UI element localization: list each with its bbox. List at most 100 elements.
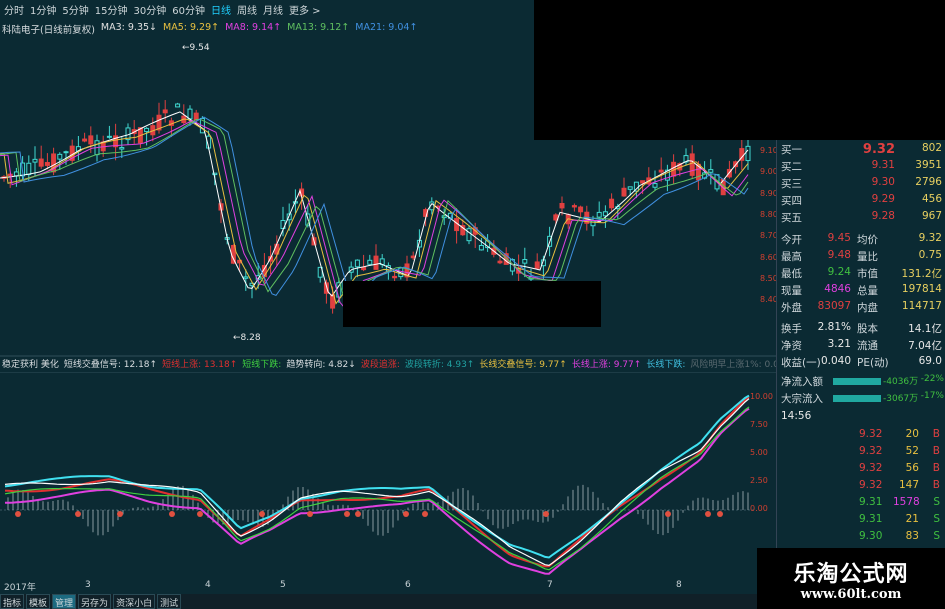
stat-label: 现量 — [781, 285, 802, 297]
indicator-axis-label: 5.00 — [750, 448, 768, 457]
period-tab[interactable]: 日线 — [211, 2, 231, 17]
buy-signal-marker — [665, 511, 671, 517]
period-tab[interactable]: 15分钟 — [95, 2, 128, 17]
stat-value: 14.1亿 — [908, 323, 942, 335]
tick-side: B — [932, 479, 940, 491]
candle-body — [373, 255, 379, 270]
period-tab[interactable]: 月线 — [263, 2, 283, 17]
stat-label: 最低 — [781, 268, 802, 280]
bottom-tab[interactable]: 资深小白 — [113, 594, 156, 609]
stat-row: 最低 9.24 市值 131.2亿 — [781, 266, 944, 283]
bid-volume: 456 — [921, 193, 942, 205]
period-tab[interactable]: 1分钟 — [30, 2, 56, 17]
bottom-tab[interactable]: 另存为 — [78, 594, 112, 609]
indicator-legend-item: 短线交叠信号: 12.18↑ — [63, 360, 158, 370]
bottom-tab[interactable]: 指标 — [0, 594, 25, 609]
tick-price: 9.31 — [859, 513, 883, 525]
candle-body — [466, 228, 472, 242]
bid-label: 买五 — [781, 212, 802, 224]
candle-body — [361, 267, 367, 271]
candle-body — [627, 186, 633, 190]
candle-body — [621, 187, 627, 197]
indicator-axis-label: 0.00 — [750, 504, 768, 513]
period-tab[interactable]: 30分钟 — [133, 2, 166, 17]
tick-side: S — [933, 513, 940, 525]
bid-volume: 967 — [921, 210, 942, 222]
tick-price: 9.31 — [859, 496, 883, 508]
candle-body — [571, 205, 577, 208]
stat-value: 114717 — [901, 300, 942, 312]
indicator-legend-item: 短线上涨: 13.18↑ — [162, 360, 238, 370]
watermark-url: www.60lt.com — [800, 587, 902, 602]
stat-label: PE(动) — [857, 357, 889, 369]
date-label: 2017年 — [4, 583, 36, 593]
watermark-name: 乐淘公式网 — [793, 562, 909, 587]
buy-signal-marker — [403, 511, 409, 517]
stat-value: 2.81% — [817, 321, 851, 333]
stat-label: 净资 — [781, 340, 802, 352]
bid-row: 买五 9.28 967 — [781, 210, 944, 227]
candle-body — [82, 138, 88, 142]
stat-value: 9.45 — [827, 232, 851, 244]
indicator-axis-label: 2.50 — [750, 476, 768, 485]
high-annotation: ←9.54 — [182, 43, 210, 53]
tick-price: 9.30 — [859, 530, 883, 542]
tick-side: B — [932, 462, 940, 474]
date-label: 5 — [280, 580, 286, 590]
bottom-tab[interactable]: 管理 — [52, 594, 77, 609]
stat-value: 69.0 — [918, 355, 942, 367]
indicator-legend-item: 短线下跌: — [242, 360, 282, 370]
candle-body — [578, 206, 584, 213]
candle-body — [652, 183, 658, 188]
buy-signal-marker — [169, 511, 175, 517]
flow-row: 大宗流入 -3067万 -17% — [781, 391, 944, 408]
stat-row: 净资 3.21 流通 7.04亿 — [781, 338, 944, 355]
stat-label: 市值 — [857, 268, 878, 280]
tick-row: 9.32 52 B — [781, 445, 944, 462]
tick-volume: 56 — [905, 462, 919, 474]
stat-label: 外盘 — [781, 302, 802, 314]
indicator-axis-label: 7.50 — [750, 420, 768, 429]
bottom-tabs: 指标 模板 管理 另存为 资深小白 测试 — [0, 594, 776, 609]
date-label: 8 — [676, 580, 682, 590]
indicator-line — [4, 394, 750, 559]
flow-value: -3067万 — [883, 394, 919, 404]
candle-body — [63, 151, 69, 154]
candle-body — [144, 127, 150, 133]
period-toolbar: 分时 1分钟 5分钟 15分钟 30分钟 60分钟 日线 周线 月线 更多 > — [0, 0, 538, 18]
candle-body — [658, 169, 664, 173]
candle-body — [38, 158, 44, 167]
period-tab[interactable]: 周线 — [237, 2, 257, 17]
tick-price: 9.32 — [859, 479, 883, 491]
period-tab[interactable]: 5分钟 — [62, 2, 88, 17]
stat-row: 现量 4846 总量 197814 — [781, 283, 944, 300]
tick-side: S — [933, 530, 940, 542]
buy-signal-marker — [197, 511, 203, 517]
bottom-tab[interactable]: 模板 — [26, 594, 51, 609]
indicator-legend-item: 长线下跌: — [646, 360, 686, 370]
buy-signal-marker — [543, 511, 549, 517]
indicator-line — [4, 396, 750, 568]
stat-value: 4846 — [824, 283, 851, 295]
bid-row: 买二 9.31 3951 — [781, 159, 944, 176]
stat-value: 131.2亿 — [901, 268, 942, 280]
redacted-area-top — [534, 0, 945, 140]
stat-label: 内盘 — [857, 302, 878, 314]
candle-body — [175, 103, 181, 108]
tick-row: 9.31 1578 S — [781, 496, 944, 513]
quote-panel: 买一 9.32 802 买二 9.31 3951 买三 9.30 2796 买四 9.29 456 买五… — [776, 140, 945, 609]
tick-time-value: 14:56 — [781, 410, 812, 422]
bid-volume: 2796 — [915, 176, 942, 188]
date-label: 4 — [205, 580, 211, 590]
bid-volume: 3951 — [915, 159, 942, 171]
period-tab[interactable]: 分时 — [4, 2, 24, 17]
tick-price: 9.32 — [859, 445, 883, 457]
candle-body — [354, 259, 360, 268]
bottom-tab[interactable]: 测试 — [157, 594, 182, 609]
indicator-chart[interactable] — [0, 372, 776, 580]
period-tab[interactable]: 60分钟 — [172, 2, 205, 17]
period-tab[interactable]: 更多 > — [289, 2, 321, 17]
buy-signal-marker — [717, 511, 723, 517]
candle-body — [559, 202, 565, 209]
stat-value: 3.21 — [827, 338, 851, 350]
